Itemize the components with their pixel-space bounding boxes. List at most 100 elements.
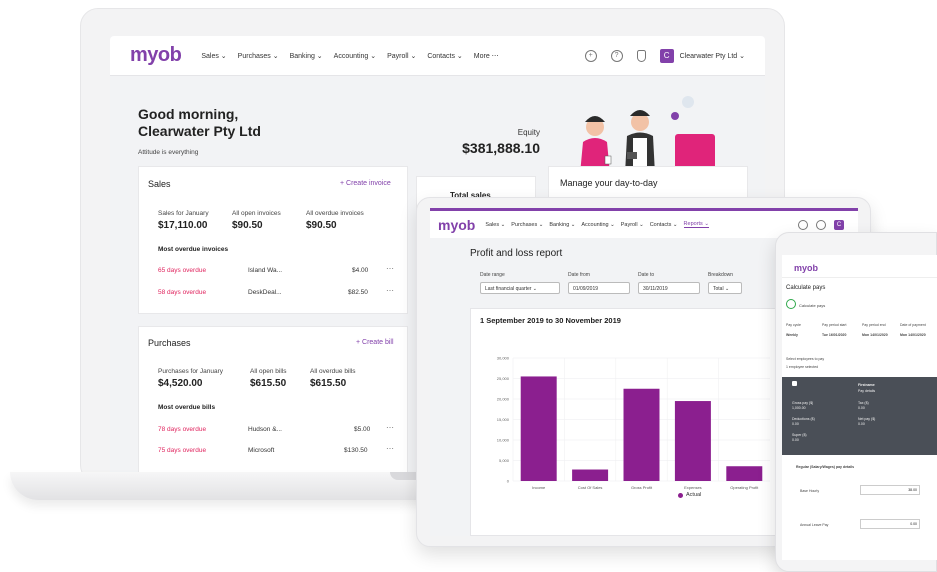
bar-operating-profit[interactable]	[726, 466, 763, 481]
help-icon[interactable]: ?	[610, 49, 623, 62]
bar-expenses[interactable]	[674, 401, 711, 481]
bill-supplier: Microsoft	[248, 447, 275, 454]
tablet-add-icon[interactable]	[798, 219, 808, 230]
nav-banking[interactable]: Banking ⌄	[290, 52, 323, 60]
val-payment-date: Mon 14/01/2020	[900, 333, 926, 337]
tablet-nav-payroll[interactable]: Payroll ⌄	[621, 222, 644, 228]
date-from-input[interactable]: 01/09/2019	[568, 282, 630, 294]
date-from-label: Date from	[568, 272, 590, 278]
tax-label: Tax ($)	[858, 401, 869, 405]
purchases-title: Purchases	[148, 338, 191, 348]
bar-gross-profit[interactable]	[623, 388, 660, 481]
report-period: 1 September 2019 to 30 November 2019	[480, 316, 621, 325]
open-invoices-label: All open invoices	[232, 210, 281, 217]
breakdown-select[interactable]: Total ⌄	[708, 282, 742, 294]
nav-accounting[interactable]: Accounting ⌄	[334, 52, 376, 60]
open-bills-label: All open bills	[250, 368, 287, 375]
bell-icon[interactable]	[636, 49, 646, 62]
nav-more[interactable]: More ⋯	[474, 52, 499, 60]
equity-value: $381,888.10	[462, 140, 540, 156]
add-icon[interactable]: +	[584, 49, 597, 62]
greeting-line-1: Good morning,	[138, 106, 239, 122]
invoice-amount: $82.50	[348, 289, 368, 296]
date-to-input[interactable]: 30/11/2019	[638, 282, 700, 294]
phone-myob-logo[interactable]: myob	[794, 263, 818, 273]
business-avatar[interactable]: C	[659, 48, 674, 63]
business-switcher[interactable]: Clearwater Pty Ltd ⌄	[680, 52, 745, 60]
tablet-nav-accounting[interactable]: Accounting ⌄	[581, 222, 614, 228]
employee-checkbox[interactable]	[792, 381, 797, 386]
super-value: 0.00	[792, 438, 799, 442]
tablet-myob-logo[interactable]: myob	[438, 217, 475, 233]
people-illustration	[580, 96, 715, 174]
col-period-end: Pay period end	[862, 323, 886, 327]
nav-payroll[interactable]: Payroll ⌄	[387, 52, 416, 60]
tablet-nav-sales[interactable]: Sales ⌄	[485, 222, 505, 228]
bill-overdue-status[interactable]: 75 days overdue	[158, 447, 206, 454]
x-tick-label: Operating Profit	[730, 485, 759, 490]
invoice-more-icon[interactable]: ⋯	[386, 264, 394, 273]
tax-value: 0.00	[858, 406, 865, 410]
myob-logo[interactable]: myob	[130, 44, 182, 67]
open-invoices-value: $90.50	[232, 220, 263, 231]
manage-title: Manage your day-to-day	[560, 178, 658, 188]
x-tick-label: Expenses	[684, 485, 702, 490]
nav-purchases[interactable]: Purchases ⌄	[238, 52, 279, 60]
x-tick-label: Gross Profit	[631, 485, 653, 490]
overdue-bills-label: All overdue bills	[310, 368, 356, 375]
equity-label: Equity	[517, 128, 540, 137]
invoice-overdue-status[interactable]: 65 days overdue	[158, 267, 206, 274]
top-navigation: myob Sales ⌄ Purchases ⌄ Banking ⌄ Accou…	[110, 36, 765, 76]
bill-more-icon[interactable]: ⋯	[386, 444, 394, 453]
greeting: Good morning, Clearwater Pty Ltd	[138, 106, 261, 140]
invoice-more-icon[interactable]: ⋯	[386, 286, 394, 295]
select-employees-hint: Select employees to pay	[786, 357, 825, 361]
create-invoice-link[interactable]: + Create invoice	[340, 180, 391, 187]
bill-overdue-status[interactable]: 78 days overdue	[158, 426, 206, 433]
bill-amount: $5.00	[354, 426, 371, 433]
most-overdue-bills-heading: Most overdue bills	[158, 404, 216, 411]
profit-loss-chart: 30,000 25,000 20,000 15,000 10,000 5,000 0 Inco…	[497, 356, 770, 490]
date-to-label: Date to	[638, 272, 655, 278]
tablet-nav-contacts[interactable]: Contacts ⌄	[650, 222, 678, 228]
tablet-nav-reports[interactable]: Reports ⌄	[683, 221, 709, 228]
tablet-nav-banking[interactable]: Banking ⌄	[549, 222, 575, 228]
bill-more-icon[interactable]: ⋯	[386, 423, 394, 432]
employee-name: Firstname	[858, 383, 875, 387]
most-overdue-invoices-heading: Most overdue invoices	[158, 246, 229, 253]
tablet-business-avatar[interactable]: C	[834, 219, 844, 230]
invoice-amount: $4.00	[352, 267, 369, 274]
base-hourly-input[interactable]: 38.00	[860, 485, 920, 495]
employee-pay-details: Pay details	[858, 389, 876, 393]
invoice-overdue-status[interactable]: 58 days overdue	[158, 289, 206, 296]
deductions-label: Deductions ($)	[792, 417, 815, 421]
overdue-invoices-value: $90.50	[306, 220, 337, 231]
bar-cost-of-sales[interactable]	[572, 469, 609, 481]
overdue-invoices-label: All overdue invoices	[306, 210, 364, 217]
nav-contacts[interactable]: Contacts ⌄	[427, 52, 462, 60]
create-bill-link[interactable]: + Create bill	[356, 339, 394, 346]
bill-amount: $130.50	[344, 447, 368, 454]
phone-divider	[782, 277, 937, 278]
date-range-select[interactable]: Last financial quarter ⌄	[480, 282, 560, 294]
step-progress-icon	[786, 299, 796, 309]
pay-details-section: Regular (Salary/Wages) pay details	[796, 465, 855, 469]
date-range-label: Date range	[480, 272, 505, 278]
legend-actual: Actual	[686, 492, 702, 498]
val-pay-cycle: Weekly	[786, 333, 798, 337]
x-tick-label: Income	[532, 485, 546, 490]
bar-income[interactable]	[520, 376, 557, 481]
tablet-nav-purchases[interactable]: Purchases ⌄	[511, 222, 543, 228]
tablet-help-icon[interactable]	[816, 219, 826, 230]
annual-leave-input[interactable]: 0.00	[860, 519, 920, 529]
chart-bars	[520, 376, 763, 481]
overdue-bills-value: $615.50	[310, 378, 347, 389]
open-bills-value: $615.50	[250, 378, 287, 389]
super-label: Super ($)	[792, 433, 807, 437]
y-tick-label: 20,000	[497, 397, 510, 402]
report-title: Profit and loss report	[470, 248, 563, 259]
gross-pay-value: 1,000.00	[792, 406, 806, 410]
col-period-start: Pay period start	[822, 323, 847, 327]
greeting-line-2: Clearwater Pty Ltd	[138, 123, 261, 139]
nav-sales[interactable]: Sales ⌄	[201, 52, 226, 60]
